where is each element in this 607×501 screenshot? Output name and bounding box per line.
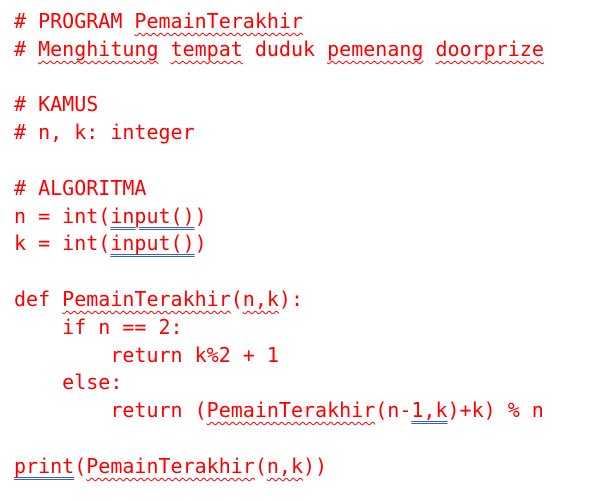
code-text: # n, k: integer xyxy=(14,120,195,145)
code-line: def PemainTerakhir(n,k): xyxy=(14,286,544,314)
code-line: else: xyxy=(14,369,544,397)
grammar-flagged-text: input() xyxy=(110,231,195,256)
spelling-flagged-text: PemainTerakhir xyxy=(62,286,231,311)
code-text: ( xyxy=(254,453,267,478)
code-text: ): xyxy=(278,286,304,311)
spelling-flagged-text: pemenang xyxy=(327,36,424,61)
code-text: if n == 2: xyxy=(62,314,183,339)
spelling-flagged-text: doorprize xyxy=(435,36,544,61)
code-text: return ( xyxy=(110,398,207,423)
code-text: duduk xyxy=(242,36,328,61)
code-text: n = int( xyxy=(14,203,111,228)
code-text: # KAMUS xyxy=(14,92,99,117)
code-line: # Menghitung tempat duduk pemenang doorp… xyxy=(14,36,544,64)
code-line: print(PemainTerakhir(n,k)) xyxy=(14,453,544,481)
grammar-flagged-text: print xyxy=(14,453,75,478)
code-text: # xyxy=(14,36,39,61)
code-text: ( xyxy=(74,453,87,478)
code-line: # n, k: integer xyxy=(14,119,544,147)
code-text: def xyxy=(14,286,63,311)
spelling-flagged-text: Menghitung xyxy=(38,36,159,61)
code-text: ) xyxy=(194,203,207,228)
code-text: ) xyxy=(194,231,207,256)
code-line: return (PemainTerakhir(n-1,k)+k) % n xyxy=(14,397,544,425)
code-text: )+k) % n xyxy=(447,398,544,423)
code-text: (n- xyxy=(375,398,412,423)
spelling-flagged-text: PemainTerakhir xyxy=(86,453,255,478)
grammar-flagged-text: 1,k xyxy=(411,398,448,423)
grammar-flagged-text: input() xyxy=(110,203,195,228)
spelling-flagged-text: PemainTerakhir xyxy=(134,9,303,33)
code-text: ( xyxy=(230,286,243,311)
code-line: return k%2 + 1 xyxy=(14,342,544,370)
code-text: # ALGORITMA xyxy=(14,175,147,200)
code-line: n = int(input()) xyxy=(14,203,544,231)
code-line: # PROGRAM PemainTerakhir xyxy=(14,8,544,36)
spelling-flagged-text: PemainTerakhir xyxy=(206,398,376,423)
code-text: # PROGRAM xyxy=(14,9,135,33)
code-line: k = int(input()) xyxy=(14,230,544,258)
code-text: return k%2 + 1 xyxy=(110,342,279,367)
code-text: k = int( xyxy=(14,231,111,256)
spelling-flagged-text: tempat xyxy=(170,36,243,61)
document-body[interactable]: # PROGRAM PemainTerakhir # Menghitung tem… xyxy=(14,8,544,481)
code-line: # ALGORITMA xyxy=(14,175,544,203)
code-text: )) xyxy=(303,453,328,478)
code-line: if n == 2: xyxy=(14,314,544,342)
code-line: # KAMUS xyxy=(14,91,544,119)
spelling-flagged-text: n,k xyxy=(266,453,304,478)
code-text: else: xyxy=(62,370,123,395)
spelling-flagged-text: n,k xyxy=(242,286,279,311)
